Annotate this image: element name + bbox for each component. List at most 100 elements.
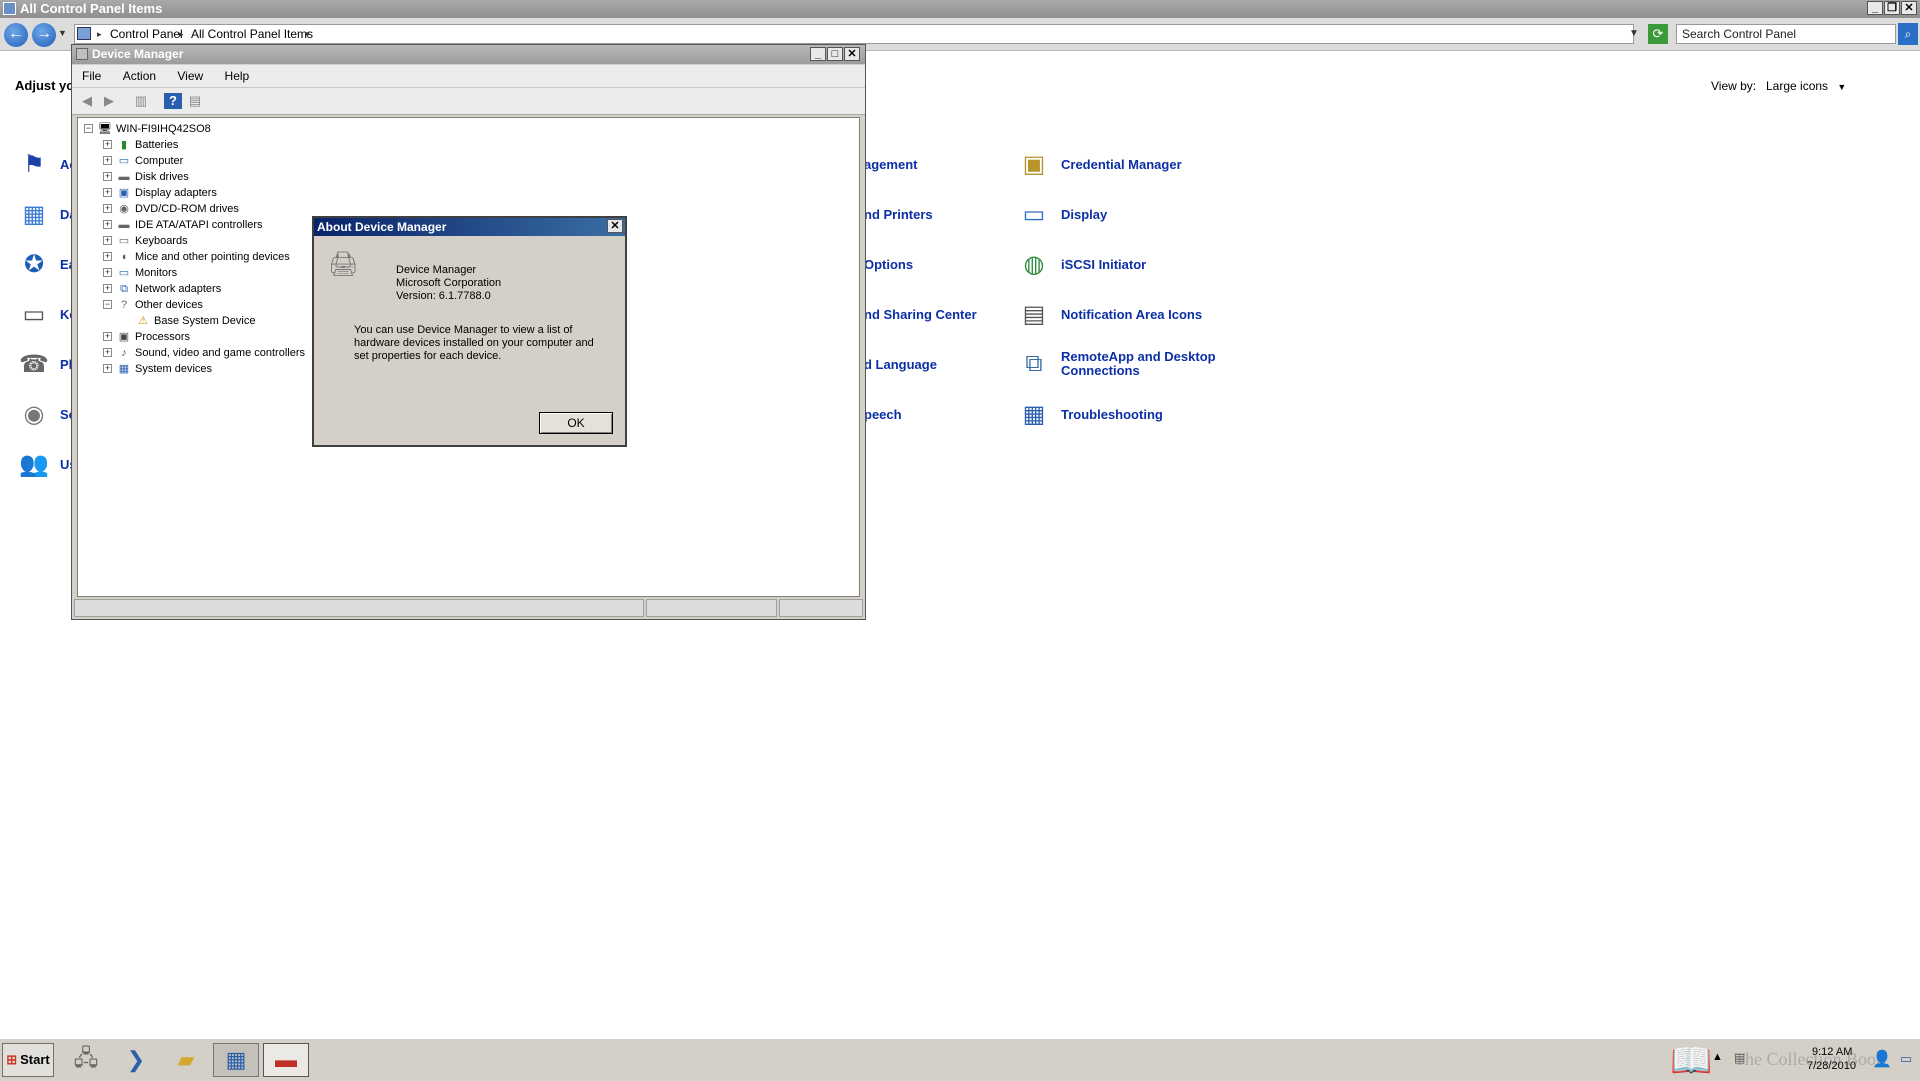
address-dropdown-icon[interactable]: ▼ — [1629, 25, 1639, 43]
middle-item-1[interactable]: nd Printers — [864, 207, 933, 222]
display-adapter-icon: ▣ — [118, 187, 130, 199]
user-accounts-icon[interactable]: 👥 — [18, 448, 50, 480]
about-company: Microsoft Corporation — [396, 277, 502, 289]
iscsi-globe-icon[interactable]: ◍ — [1018, 248, 1050, 280]
search-icon[interactable]: ⌕ — [1898, 23, 1918, 45]
expand-icon[interactable]: + — [103, 140, 112, 149]
battery-icon: ▮ — [120, 139, 128, 151]
display-link[interactable]: Display — [1061, 207, 1107, 222]
date-time-calendar-icon[interactable]: ▦ — [18, 198, 50, 230]
expand-icon[interactable]: + — [103, 188, 112, 197]
search-input[interactable]: Search Control Panel — [1676, 24, 1896, 44]
troubleshooting-icon[interactable]: ▦ — [1018, 398, 1050, 430]
menu-file[interactable]: File — [82, 69, 101, 83]
dm-maximize-button[interactable]: □ — [827, 47, 843, 61]
start-button[interactable]: ⊞ Start — [2, 1043, 54, 1077]
collapse-icon[interactable]: − — [84, 124, 93, 133]
middle-item-2[interactable]: Options — [864, 257, 913, 272]
status-pane-middle — [646, 599, 777, 617]
dm-minimize-button[interactable]: _ — [810, 47, 826, 61]
show-hidden-icons-icon[interactable]: ▲ — [1712, 1051, 1723, 1063]
recent-pages-dropdown-icon[interactable]: ▼ — [58, 28, 67, 38]
computer-icon: 🖥 — [98, 123, 112, 135]
notification-area-link[interactable]: Notification Area Icons — [1061, 307, 1202, 322]
device-manager-toolbox-icon[interactable]: ▬ — [263, 1043, 309, 1077]
view-by-dropdown[interactable]: Large icons ▼ — [1766, 79, 1846, 93]
middle-item-5[interactable]: peech — [864, 407, 902, 422]
breadcrumb-separator-icon[interactable]: ▸ — [179, 25, 184, 43]
control-panel-taskbar-icon[interactable]: ▦ — [213, 1043, 259, 1077]
middle-item-0[interactable]: agement — [864, 157, 917, 172]
troubleshooting-link[interactable]: Troubleshooting — [1061, 407, 1163, 422]
help-icon[interactable]: ? — [164, 93, 182, 109]
view-by-label: View by: — [1711, 79, 1757, 93]
ok-button[interactable]: OK — [539, 412, 613, 434]
device-manager-app-icon — [76, 48, 88, 60]
about-description: You can use Device Manager to view a lis… — [354, 324, 594, 362]
clock-time[interactable]: 9:12 AM — [1812, 1046, 1852, 1058]
back-arrow-icon[interactable]: ← — [4, 23, 28, 47]
keyboard-icon[interactable]: ▭ — [18, 298, 50, 330]
breadcrumb-all-items[interactable]: All Control Panel Items — [191, 25, 313, 43]
show-desktop-icon[interactable]: ▭ — [1900, 1051, 1912, 1067]
menu-view[interactable]: View — [177, 69, 203, 83]
expand-icon[interactable]: + — [103, 172, 112, 181]
explorer-folder-icon[interactable]: ▰ — [163, 1043, 209, 1077]
back-icon[interactable]: ◀ — [78, 93, 96, 109]
sound-speaker-icon[interactable]: ◉ — [18, 398, 50, 430]
restore-button[interactable]: ❐ — [1884, 1, 1900, 15]
menu-help[interactable]: Help — [225, 69, 250, 83]
phone-modem-icon[interactable]: ☎ — [18, 348, 50, 380]
show-hide-tree-icon[interactable]: ▥ — [132, 93, 150, 109]
device-manager-titlebar[interactable]: Device Manager _ □ ✕ — [72, 45, 865, 64]
expand-icon[interactable]: + — [103, 252, 112, 261]
middle-item-4[interactable]: d Language — [864, 357, 937, 372]
control-panel-titlebar[interactable]: All Control Panel Items _ ❐ ✕ — [0, 0, 1920, 18]
server-manager-icon[interactable]: 🖧 — [63, 1043, 109, 1077]
expand-icon[interactable]: + — [103, 332, 112, 341]
forward-icon[interactable]: ▶ — [100, 93, 118, 109]
clock-date[interactable]: 7/28/2010 — [1807, 1060, 1856, 1072]
expand-icon[interactable]: + — [103, 156, 112, 165]
collapse-icon[interactable]: − — [103, 300, 112, 309]
expand-icon[interactable]: + — [103, 348, 112, 357]
about-close-button[interactable]: ✕ — [607, 219, 623, 233]
disk-drive-icon: ▬ — [118, 171, 130, 183]
expand-icon[interactable]: + — [103, 284, 112, 293]
network-tray-icon[interactable]: ▤ — [1734, 1051, 1745, 1065]
credential-manager-vault-icon[interactable]: ▣ — [1018, 148, 1050, 180]
expand-icon[interactable]: + — [103, 204, 112, 213]
user-tray-icon[interactable]: 👤 — [1872, 1049, 1892, 1069]
breadcrumb-separator-icon[interactable]: ▾ — [305, 25, 310, 43]
system-device-icon: ▦ — [118, 363, 130, 375]
speaker-icon: ♪ — [121, 347, 127, 359]
breadcrumb-separator-icon[interactable]: ▸ — [97, 25, 102, 43]
middle-item-3[interactable]: nd Sharing Center — [864, 307, 977, 322]
remoteapp-icon[interactable]: ⧉ — [1018, 348, 1050, 380]
breadcrumb-control-panel[interactable]: Control Panel — [110, 25, 183, 43]
control-panel-small-icon — [77, 27, 91, 40]
device-manager-menubar: File Action View Help — [72, 65, 865, 88]
iscsi-initiator-link[interactable]: iSCSI Initiator — [1061, 257, 1146, 272]
credential-manager-link[interactable]: Credential Manager — [1061, 157, 1182, 172]
display-monitor-icon[interactable]: ▭ — [1018, 198, 1050, 230]
properties-pane-icon[interactable]: ▤ — [186, 93, 204, 109]
forward-arrow-icon[interactable]: → — [32, 23, 56, 47]
dm-close-button[interactable]: ✕ — [844, 47, 860, 61]
expand-icon[interactable]: + — [103, 268, 112, 277]
expand-icon[interactable]: + — [103, 236, 112, 245]
notification-area-icon[interactable]: ▤ — [1018, 298, 1050, 330]
about-dialog-titlebar[interactable]: About Device Manager ✕ — [314, 218, 625, 236]
refresh-icon[interactable]: ⟳ — [1648, 24, 1668, 44]
powershell-icon[interactable]: ❯ — [113, 1043, 159, 1077]
minimize-button[interactable]: _ — [1867, 1, 1883, 15]
close-button[interactable]: ✕ — [1901, 1, 1917, 15]
remoteapp-link[interactable]: RemoteApp and Desktop Connections — [1061, 350, 1221, 378]
keyboard-icon: ▭ — [118, 235, 130, 247]
address-field[interactable]: ▸ Control Panel ▸ All Control Panel Item… — [74, 24, 1639, 44]
menu-action[interactable]: Action — [123, 69, 156, 83]
expand-icon[interactable]: + — [103, 364, 112, 373]
action-center-flag-icon[interactable]: ⚑ — [18, 148, 50, 180]
expand-icon[interactable]: + — [103, 220, 112, 229]
ease-of-access-icon[interactable]: ✪ — [18, 248, 50, 280]
